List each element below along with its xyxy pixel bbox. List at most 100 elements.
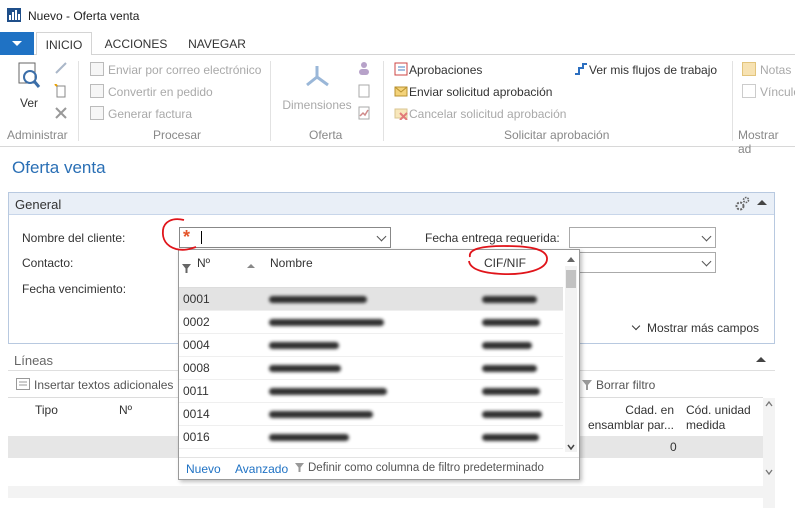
delete-icon[interactable] xyxy=(54,106,68,120)
lookup-col-no[interactable]: Nº xyxy=(197,256,210,270)
clear-filter-icon xyxy=(582,380,592,390)
lookup-row[interactable]: 0004 xyxy=(179,334,563,357)
avanzado-link[interactable]: Avanzado xyxy=(235,462,288,476)
tab-inicio[interactable]: INICIO xyxy=(36,32,92,56)
column-no[interactable]: Nº xyxy=(119,403,132,417)
lookup-row-no: 0011 xyxy=(183,384,209,398)
lookup-row[interactable]: 0016 xyxy=(179,426,563,449)
approvals-icon xyxy=(394,62,408,76)
document-icon[interactable] xyxy=(357,84,371,98)
collapse-icon[interactable] xyxy=(756,357,766,362)
vinculos-button[interactable]: Vínculo xyxy=(742,83,795,101)
ver-label: Ver xyxy=(19,96,38,110)
new-icon[interactable] xyxy=(54,84,68,98)
enviar-solicitud-label: Enviar solicitud aprobación xyxy=(409,85,553,99)
tab-navegar[interactable]: NAVEGAR xyxy=(180,32,254,56)
filter-icon[interactable] xyxy=(182,264,191,273)
definir-filtro-button[interactable]: Definir como columna de filtro predeterm… xyxy=(295,462,544,474)
statistics-icon[interactable] xyxy=(357,106,371,120)
ribbon-tabs: INICIO ACCIONES NAVEGAR xyxy=(0,32,795,56)
collapse-icon[interactable] xyxy=(757,200,767,205)
chevron-down-icon[interactable] xyxy=(701,256,712,267)
scroll-thumb[interactable] xyxy=(566,270,576,288)
secondary-input[interactable] xyxy=(569,252,716,273)
scroll-down-icon[interactable] xyxy=(763,466,775,478)
generar-factura-button[interactable]: Generar factura xyxy=(90,105,192,123)
text-cursor xyxy=(201,231,202,244)
redacted-cif xyxy=(482,434,539,441)
chevron-down-icon[interactable] xyxy=(701,231,712,242)
borrar-filtro-button[interactable]: Borrar filtro xyxy=(582,378,655,392)
lookup-row-no: 0002 xyxy=(183,315,210,329)
ver-flujos-button[interactable]: Ver mis flujos de trabajo xyxy=(574,61,717,79)
scroll-up-icon[interactable] xyxy=(763,398,775,410)
column-cod-unidad[interactable]: Cód. unidad medida xyxy=(686,403,751,433)
link-icon xyxy=(742,84,756,98)
lookup-row[interactable]: 0011 xyxy=(179,380,563,403)
lookup-row[interactable]: 0001 xyxy=(179,288,563,311)
lookup-col-nombre[interactable]: Nombre xyxy=(270,256,313,270)
lookup-row[interactable]: 0008 xyxy=(179,357,563,380)
convertir-pedido-label: Convertir en pedido xyxy=(108,85,213,99)
tab-acciones[interactable]: ACCIONES xyxy=(100,32,172,56)
lookup-col-cif[interactable]: CIF/NIF xyxy=(484,256,526,270)
chevron-down-icon[interactable] xyxy=(376,231,387,242)
edit-icon[interactable] xyxy=(54,61,68,75)
borrar-filtro-label: Borrar filtro xyxy=(596,378,656,392)
column-cdad-line2: ensamblar par... xyxy=(587,418,674,432)
lines-scrollbar[interactable] xyxy=(763,398,775,508)
required-icon: * xyxy=(183,227,191,247)
horizontal-scrollbar[interactable] xyxy=(8,486,763,498)
redacted-name xyxy=(269,365,341,372)
redacted-cif xyxy=(482,296,537,303)
chevron-down-icon xyxy=(631,321,641,331)
notes-icon xyxy=(742,62,756,76)
title-bar: Nuevo - Oferta venta xyxy=(0,0,795,32)
aprobaciones-button[interactable]: Aprobaciones xyxy=(394,61,482,79)
window-title: Nuevo - Oferta venta xyxy=(28,9,140,23)
settings-icon[interactable] xyxy=(734,196,750,212)
lookup-scrollbar[interactable] xyxy=(565,257,577,452)
cancelar-solicitud-button[interactable]: Cancelar solicitud aprobación xyxy=(394,105,566,123)
column-tipo[interactable]: Tipo xyxy=(35,403,58,417)
group-mostrar: Mostrar ad xyxy=(738,128,779,156)
lookup-row[interactable]: 0014 xyxy=(179,403,563,426)
separator xyxy=(383,61,384,141)
mostrar-mas-campos[interactable]: Mostrar más campos xyxy=(631,321,760,335)
enviar-correo-button[interactable]: Enviar por correo electrónico xyxy=(90,61,261,79)
page-title: Oferta venta xyxy=(12,158,106,177)
dimensions-icon xyxy=(306,66,329,87)
lookup-row[interactable]: 0002 xyxy=(179,311,563,334)
sort-asc-icon[interactable] xyxy=(247,264,255,268)
ribbon: Ver Administrar Enviar por correo electr… xyxy=(0,55,795,156)
mostrar-mas-label: Mostrar más campos xyxy=(647,321,760,335)
notas-button[interactable]: Notas xyxy=(742,61,791,79)
nombre-cliente-input[interactable]: * xyxy=(179,227,391,248)
nuevo-link[interactable]: Nuevo xyxy=(186,462,221,476)
dimensiones-button[interactable]: Dimensiones xyxy=(280,63,354,112)
redacted-cif xyxy=(482,319,540,326)
group-oferta: Oferta xyxy=(309,128,343,142)
enviar-solicitud-button[interactable]: Enviar solicitud aprobación xyxy=(394,83,552,101)
ver-button[interactable]: Ver xyxy=(14,61,44,110)
customer-lookup-dropdown: Nº Nombre CIF/NIF 0001 0002 0004 0008 00… xyxy=(178,249,580,480)
general-header[interactable]: General xyxy=(9,193,774,215)
column-cdad-line1: Cdad. en xyxy=(625,403,674,417)
app-menu-button[interactable] xyxy=(0,32,34,55)
invoice-icon xyxy=(90,106,104,120)
column-cdad-ensamblar[interactable]: Cdad. en ensamblar par... xyxy=(582,403,674,433)
redacted-cif xyxy=(482,388,540,395)
insertar-textos-label: Insertar textos adicionales xyxy=(34,378,174,392)
fecha-entrega-input[interactable] xyxy=(569,227,716,248)
user-icon[interactable] xyxy=(357,61,371,75)
convertir-pedido-button[interactable]: Convertir en pedido xyxy=(90,83,213,101)
scroll-up-icon[interactable] xyxy=(565,254,577,264)
group-procesar: Procesar xyxy=(153,128,202,142)
insertar-textos-button[interactable]: Insertar textos adicionales xyxy=(16,378,173,392)
lookup-row-no: 0014 xyxy=(183,407,210,421)
scroll-down-icon[interactable] xyxy=(565,442,577,452)
dimensiones-label: Dimensiones xyxy=(282,98,352,112)
send-approval-icon xyxy=(394,86,408,97)
column-cod-line1: Cód. unidad xyxy=(686,403,751,417)
nombre-cliente-label: Nombre del cliente: xyxy=(22,231,126,245)
